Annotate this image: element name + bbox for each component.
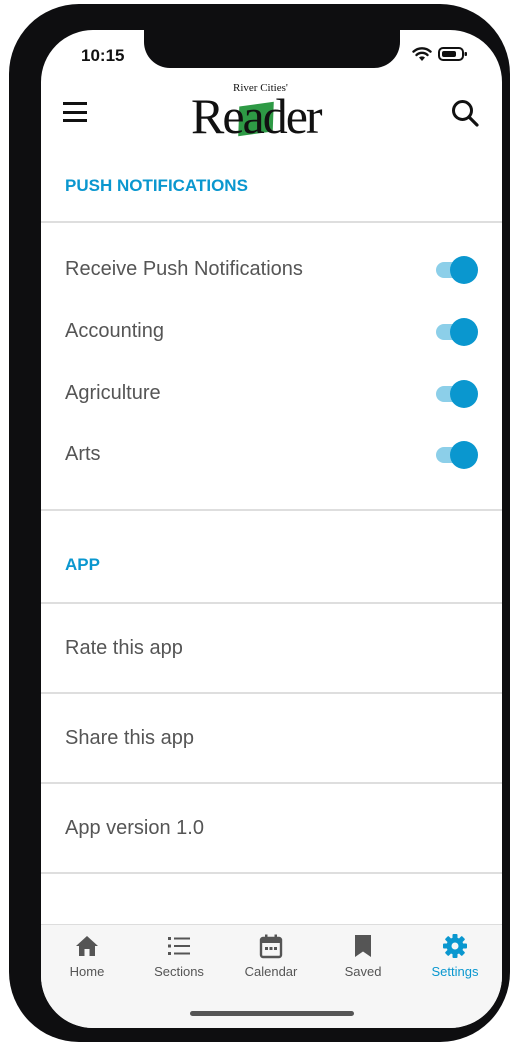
tab-label: Calendar — [244, 964, 298, 979]
accounting-toggle[interactable] — [436, 317, 478, 346]
device-notch — [144, 30, 400, 68]
app-header: River Cities' Reader — [41, 74, 502, 154]
tab-settings[interactable]: Settings — [409, 933, 501, 989]
push-notifications-header: PUSH NOTIFICATIONS — [65, 176, 248, 195]
divider — [41, 221, 502, 223]
bookmark-icon — [355, 935, 371, 957]
status-time: 10:15 — [81, 46, 125, 65]
toggle-label: Accounting — [65, 319, 164, 342]
app-version-item: App version 1.0 — [65, 816, 204, 839]
arts-toggle[interactable] — [436, 440, 478, 469]
wifi-icon — [412, 47, 432, 61]
phone-frame: 10:15 River Cities' Reader PUSH NOTIFICA… — [9, 4, 510, 1042]
tab-saved[interactable]: Saved — [317, 933, 409, 989]
toggle-label: Arts — [65, 442, 101, 465]
toggle-row-accounting: Accounting — [41, 311, 502, 351]
tab-label: Sections — [154, 964, 204, 979]
rate-app-item[interactable]: Rate this app — [41, 604, 502, 692]
tab-calendar[interactable]: Calendar — [225, 933, 317, 989]
app-logo[interactable]: River Cities' Reader — [191, 82, 351, 144]
toggle-row-receive-push: Receive Push Notifications — [41, 249, 502, 289]
calendar-icon — [259, 934, 283, 959]
hamburger-menu-icon[interactable] — [63, 102, 87, 122]
tab-label: Home — [69, 964, 105, 979]
receive-push-toggle[interactable] — [436, 255, 478, 284]
tab-home[interactable]: Home — [41, 933, 133, 989]
toggle-label: Receive Push Notifications — [65, 257, 303, 280]
toggle-row-arts: Arts — [41, 434, 502, 474]
tab-label: Saved — [344, 964, 382, 979]
search-icon[interactable] — [450, 98, 480, 128]
home-icon — [76, 936, 98, 956]
app-section-header: APP — [65, 555, 100, 574]
tab-label: Settings — [431, 964, 479, 979]
list-icon — [168, 937, 190, 955]
status-icons — [412, 46, 468, 62]
divider — [41, 509, 502, 511]
home-indicator — [190, 1011, 354, 1016]
app-screen: 10:15 River Cities' Reader PUSH NOTIFICA… — [41, 30, 502, 1028]
toggle-label: Agriculture — [65, 381, 161, 404]
gear-icon — [443, 934, 467, 958]
agriculture-toggle[interactable] — [436, 379, 478, 408]
divider — [41, 872, 502, 874]
share-app-item[interactable]: Share this app — [41, 694, 502, 782]
tab-sections[interactable]: Sections — [133, 933, 225, 989]
battery-icon — [438, 47, 467, 61]
logo-main-text: Reader — [191, 88, 323, 144]
toggle-row-agriculture: Agriculture — [41, 373, 502, 413]
